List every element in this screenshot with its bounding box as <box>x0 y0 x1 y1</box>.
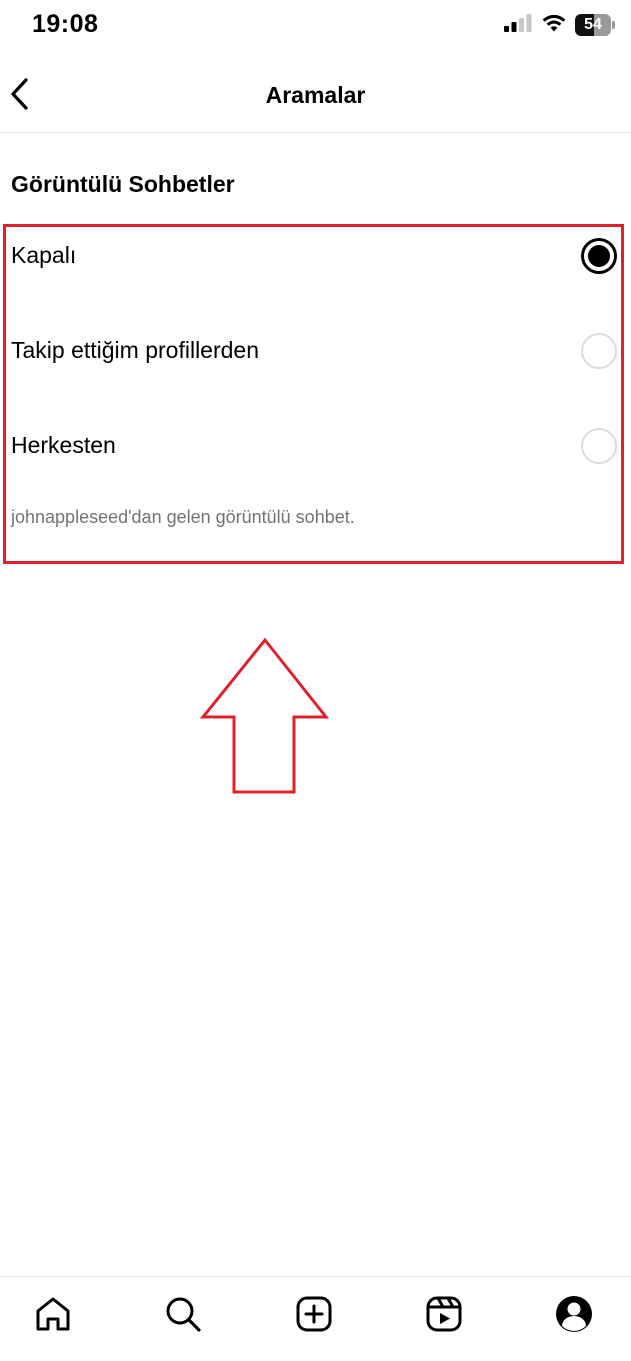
annotation-up-arrow <box>199 637 330 797</box>
option-everyone[interactable]: Herkesten <box>0 398 631 493</box>
option-label: Takip ettiğim profillerden <box>11 337 260 363</box>
page-title: Aramalar <box>265 82 366 108</box>
radio-button[interactable] <box>581 238 617 274</box>
nav-profile[interactable] <box>553 1295 595 1337</box>
nav-search[interactable] <box>162 1295 204 1337</box>
option-label: Herkesten <box>11 432 116 458</box>
search-icon <box>164 1295 202 1338</box>
nav-create[interactable] <box>293 1295 335 1337</box>
option-label: Kapalı <box>11 242 77 268</box>
bottom-nav <box>0 1276 631 1361</box>
radio-button[interactable] <box>581 333 617 369</box>
nav-reels[interactable] <box>423 1295 465 1337</box>
nav-home[interactable] <box>32 1295 74 1337</box>
radio-button[interactable] <box>581 428 617 464</box>
status-icons: 54 <box>503 12 615 38</box>
status-time: 19:08 <box>32 10 99 38</box>
cellular-signal-icon <box>503 13 533 38</box>
helper-text: johnappleseed'dan gelen görüntülü sohbet… <box>11 507 355 527</box>
battery-icon: 54 <box>575 14 615 36</box>
create-icon <box>295 1295 333 1338</box>
profile-icon <box>554 1294 594 1339</box>
option-off[interactable]: Kapalı <box>0 208 631 303</box>
reels-icon <box>425 1295 463 1338</box>
battery-level: 54 <box>584 16 602 33</box>
header: Aramalar <box>0 60 631 133</box>
home-icon <box>34 1295 72 1338</box>
wifi-icon <box>541 13 567 38</box>
section-title: Görüntülü Sohbetler <box>11 171 235 197</box>
status-bar: 19:08 54 <box>0 0 631 52</box>
option-people-i-follow[interactable]: Takip ettiğim profillerden <box>0 303 631 398</box>
